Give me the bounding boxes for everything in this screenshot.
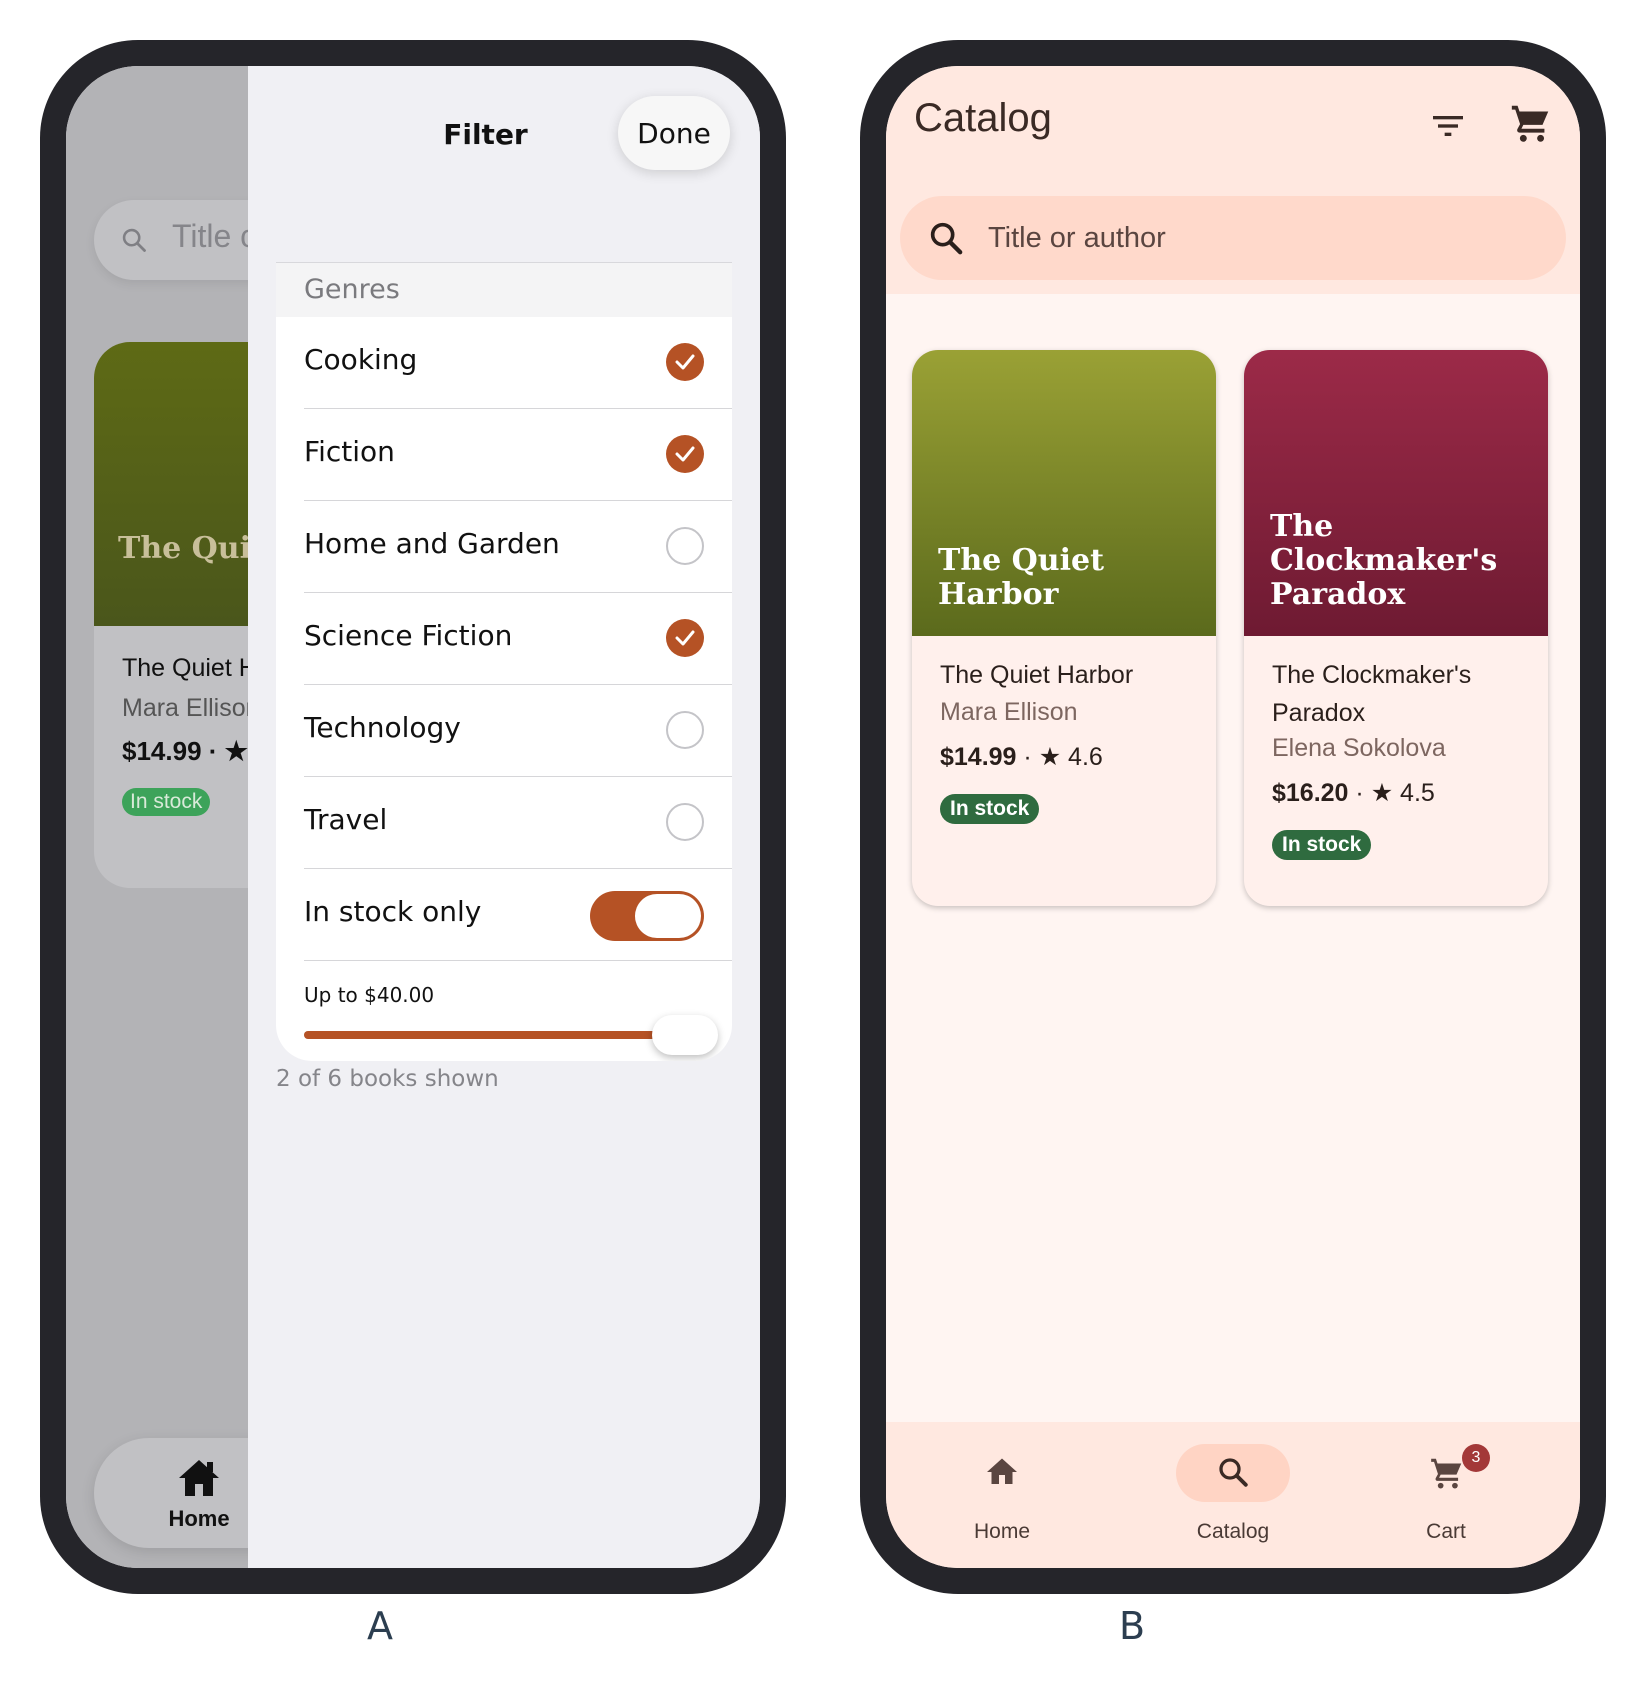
panel-label-a: A bbox=[367, 1604, 393, 1648]
search-input[interactable]: Title or author bbox=[900, 196, 1566, 280]
panel-label-b: B bbox=[1118, 1604, 1146, 1648]
nav-home-label: Home bbox=[973, 1520, 1031, 1543]
genre-label: Travel bbox=[304, 803, 388, 836]
book-card[interactable]: The Quiet Harbor The Quiet Harbor Mara E… bbox=[912, 350, 1216, 906]
price-slider-thumb[interactable] bbox=[652, 1015, 718, 1055]
background-search-bar: Title c bbox=[94, 200, 248, 280]
book-price: $16.20 bbox=[1272, 779, 1349, 807]
background-book-card: The Quiet Harbor The Quiet Harbor Mara E… bbox=[94, 342, 248, 888]
nav-cart[interactable]: 3 Cart bbox=[1366, 1442, 1526, 1552]
book-cover: The Clockmaker's Paradox bbox=[1244, 350, 1548, 636]
background-home-label: Home bbox=[168, 1506, 230, 1531]
price-slider-fill bbox=[304, 1031, 692, 1039]
book-cover: The Quiet Harbor bbox=[912, 350, 1216, 636]
nav-cart-label: Cart bbox=[1426, 1520, 1466, 1543]
book-price-rating: $16.20 · ★ 4.5 bbox=[1272, 778, 1435, 808]
background-book-price: $14.99 · ★ bbox=[122, 736, 248, 766]
top-app-bar: Catalog Title or author bbox=[886, 66, 1580, 294]
cart-icon bbox=[1431, 1458, 1462, 1489]
nav-catalog-label: Catalog bbox=[1196, 1520, 1270, 1543]
checked-icon[interactable] bbox=[666, 435, 704, 473]
toggle-knob bbox=[635, 894, 701, 938]
cover-title: The Clockmaker's Paradox bbox=[1270, 509, 1498, 612]
in-stock-row: In stock only bbox=[276, 869, 732, 961]
background-catalog: Title c The Quiet Harbor The Quiet Harbo… bbox=[66, 66, 248, 1568]
separator-dot: · bbox=[1016, 743, 1039, 771]
in-stock-toggle[interactable] bbox=[590, 891, 704, 941]
book-price: $14.99 bbox=[940, 743, 1017, 771]
phone-b: Catalog Title or author The Quiet Harbor… bbox=[860, 40, 1606, 1594]
search-icon bbox=[1219, 1458, 1248, 1487]
star-icon: ★ bbox=[1370, 779, 1401, 807]
cover-title: The Quiet Harbor bbox=[938, 543, 1104, 612]
background-book-cover: The Quiet Harbor bbox=[94, 342, 248, 626]
genre-row-travel[interactable]: Travel bbox=[276, 777, 732, 869]
star-icon: ★ bbox=[1038, 743, 1069, 771]
page-title: Catalog bbox=[914, 96, 1052, 140]
nav-catalog[interactable]: Catalog bbox=[1153, 1442, 1313, 1552]
background-search-placeholder: Title c bbox=[172, 218, 248, 254]
phone-b-screen: Catalog Title or author The Quiet Harbor… bbox=[886, 66, 1580, 1568]
background-tab-bar: Home bbox=[94, 1438, 248, 1548]
search-icon bbox=[930, 222, 963, 255]
genre-label: Science Fiction bbox=[304, 619, 513, 652]
done-button[interactable]: Done bbox=[618, 96, 730, 170]
unchecked-icon[interactable] bbox=[666, 803, 704, 841]
book-author: Mara Ellison bbox=[940, 698, 1078, 726]
unchecked-icon[interactable] bbox=[666, 711, 704, 749]
cart-icon[interactable] bbox=[1508, 100, 1554, 146]
search-placeholder: Title or author bbox=[988, 222, 1166, 254]
genre-label: Fiction bbox=[304, 435, 395, 468]
price-slider-track[interactable] bbox=[304, 1031, 704, 1039]
results-count: 2 of 6 books shown bbox=[276, 1066, 499, 1092]
background-cover-title: The Quiet Harbor bbox=[118, 531, 248, 566]
checked-icon[interactable] bbox=[666, 619, 704, 657]
phone-a: Title c The Quiet Harbor The Quiet Harbo… bbox=[40, 40, 786, 1594]
book-author: Elena Sokolova bbox=[1272, 734, 1446, 762]
bottom-navigation: Home Catalog 3 Cart bbox=[886, 1422, 1580, 1568]
genre-row-cooking[interactable]: Cooking bbox=[276, 317, 732, 409]
in-stock-label: In stock only bbox=[304, 895, 482, 928]
price-limit-label: Up to $40.00 bbox=[304, 983, 435, 1007]
filter-list: Genres Cooking Fiction Home and Garden S… bbox=[276, 262, 732, 1061]
genres-header: Genres bbox=[276, 262, 732, 317]
search-icon bbox=[122, 228, 146, 252]
book-rating: 4.5 bbox=[1400, 779, 1435, 807]
book-title: The Quiet Harbor bbox=[940, 661, 1134, 689]
separator-dot: · bbox=[1348, 779, 1371, 807]
home-icon bbox=[987, 1458, 1017, 1484]
genre-label: Home and Garden bbox=[304, 527, 560, 560]
book-title: The Clockmaker's Paradox bbox=[1272, 661, 1472, 727]
stock-badge: In stock bbox=[940, 794, 1040, 824]
nav-home[interactable]: Home bbox=[922, 1442, 1082, 1552]
phone-a-screen: Title c The Quiet Harbor The Quiet Harbo… bbox=[66, 66, 760, 1568]
genre-row-science-fiction[interactable]: Science Fiction bbox=[276, 593, 732, 685]
book-rating: 4.6 bbox=[1068, 743, 1103, 771]
cart-count-badge: 3 bbox=[1462, 1444, 1490, 1472]
background-book-author: Mara Ellison bbox=[122, 694, 248, 722]
unchecked-icon[interactable] bbox=[666, 527, 704, 565]
background-stock-badge: In stock bbox=[122, 788, 211, 816]
stock-badge: In stock bbox=[1272, 830, 1372, 860]
book-price-rating: $14.99 · ★ 4.6 bbox=[940, 742, 1103, 772]
genre-label: Cooking bbox=[304, 343, 418, 376]
genre-row-fiction[interactable]: Fiction bbox=[276, 409, 732, 501]
genre-row-technology[interactable]: Technology bbox=[276, 685, 732, 777]
background-book-title: The Quiet Harbor bbox=[122, 654, 248, 682]
home-icon bbox=[179, 1460, 219, 1496]
book-card[interactable]: The Clockmaker's Paradox The Clockmaker'… bbox=[1244, 350, 1548, 906]
filter-icon[interactable] bbox=[1428, 106, 1468, 146]
checked-icon[interactable] bbox=[666, 343, 704, 381]
filter-sheet: Filter Done Genres Cooking Fiction Home … bbox=[248, 66, 760, 1568]
price-slider-row: Up to $40.00 bbox=[276, 961, 732, 1061]
genre-row-home-and-garden[interactable]: Home and Garden bbox=[276, 501, 732, 593]
genre-label: Technology bbox=[304, 711, 461, 744]
